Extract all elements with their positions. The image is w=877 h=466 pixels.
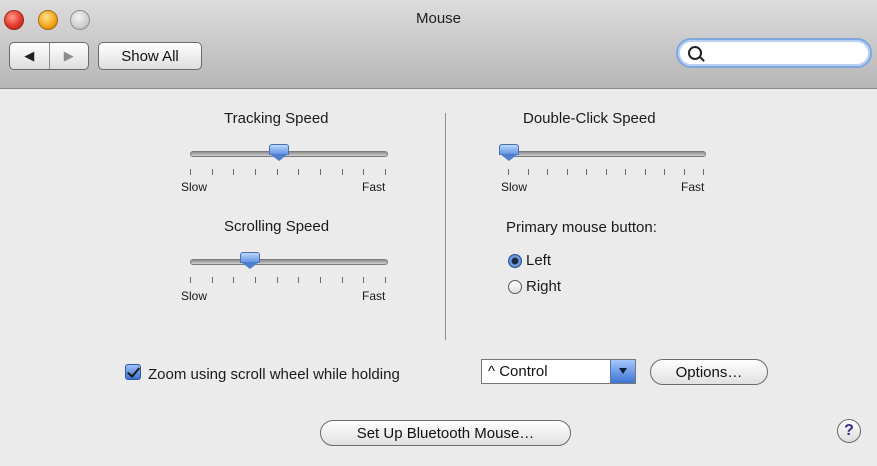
show-all-button[interactable]: Show All xyxy=(98,42,202,70)
scrolling-speed-track[interactable] xyxy=(190,259,388,265)
mouse-preferences-window: Mouse ◀ ▶ Show All Tracking Speed Slow F… xyxy=(0,0,877,466)
double-click-speed-min-label: Slow xyxy=(501,180,528,194)
slider-tick xyxy=(567,169,568,175)
zoom-modifier-popup[interactable]: ^ Control xyxy=(481,359,636,384)
back-icon: ◀ xyxy=(24,48,35,63)
window-title: Mouse xyxy=(415,10,462,27)
forward-button[interactable]: ▶ xyxy=(50,43,89,69)
scrolling-speed-slider-thumb[interactable] xyxy=(240,252,260,269)
set-up-bluetooth-mouse-button[interactable]: Set Up Bluetooth Mouse… xyxy=(320,420,571,446)
tracking-speed-label: Tracking Speed xyxy=(224,110,329,127)
slider-tick xyxy=(255,169,256,175)
slider-tick xyxy=(684,169,685,175)
chevron-down-icon[interactable] xyxy=(610,360,635,383)
slider-tick xyxy=(298,277,299,283)
slider-tick xyxy=(320,277,321,283)
slider-tick xyxy=(320,169,321,175)
zoom-checkbox-label[interactable]: Zoom using scroll wheel while holding xyxy=(148,366,400,383)
double-click-speed-label: Double-Click Speed xyxy=(523,110,656,127)
radio-right[interactable] xyxy=(508,280,522,294)
navigation-segmented-control: ◀ ▶ xyxy=(9,42,89,70)
primary-mouse-button-label: Primary mouse button: xyxy=(506,219,657,236)
slider-tick xyxy=(385,169,386,175)
radio-left[interactable] xyxy=(508,254,522,268)
scrolling-speed-min-label: Slow xyxy=(181,289,208,303)
section-divider xyxy=(445,113,446,340)
slider-tick xyxy=(190,277,191,283)
double-click-speed-track[interactable] xyxy=(508,151,706,157)
titlebar: Mouse ◀ ▶ Show All xyxy=(0,0,877,89)
radio-left-label[interactable]: Left xyxy=(526,252,551,269)
tracking-speed-track[interactable] xyxy=(190,151,388,157)
search-input[interactable] xyxy=(676,38,872,68)
slider-tick xyxy=(342,169,343,175)
slider-tick xyxy=(298,169,299,175)
zoom-modifier-value: ^ Control xyxy=(488,363,548,380)
tracking-speed-max-label: Fast xyxy=(362,180,386,194)
slider-tick xyxy=(547,169,548,175)
help-icon[interactable]: ? xyxy=(837,419,861,443)
slider-tick xyxy=(528,169,529,175)
search-icon xyxy=(688,46,702,60)
slider-tick xyxy=(385,277,386,283)
slider-tick xyxy=(212,169,213,175)
slider-tick xyxy=(625,169,626,175)
back-button[interactable]: ◀ xyxy=(10,43,50,69)
tracking-speed-slider-thumb[interactable] xyxy=(269,144,289,161)
slider-tick xyxy=(255,277,256,283)
slider-tick xyxy=(508,169,509,175)
slider-tick xyxy=(212,277,213,283)
slider-tick xyxy=(233,169,234,175)
radio-right-label[interactable]: Right xyxy=(526,278,561,295)
scrolling-speed-max-label: Fast xyxy=(362,289,386,303)
slider-tick xyxy=(703,169,704,175)
slider-thumb-point xyxy=(241,262,259,269)
scrolling-speed-ticks xyxy=(190,277,386,284)
slider-tick xyxy=(277,277,278,283)
slider-tick xyxy=(664,169,665,175)
slider-tick xyxy=(586,169,587,175)
slider-tick xyxy=(277,169,278,175)
slider-tick xyxy=(363,277,364,283)
slider-tick xyxy=(606,169,607,175)
slider-tick xyxy=(363,169,364,175)
tracking-speed-ticks xyxy=(190,169,386,176)
double-click-speed-ticks xyxy=(508,169,704,176)
slider-thumb-point xyxy=(270,154,288,161)
double-click-speed-slider-thumb[interactable] xyxy=(499,144,519,161)
forward-icon: ▶ xyxy=(63,48,74,63)
zoom-checkbox[interactable] xyxy=(125,364,141,380)
options-button[interactable]: Options… xyxy=(650,359,768,385)
slider-tick xyxy=(342,277,343,283)
slider-tick xyxy=(233,277,234,283)
slider-thumb-point xyxy=(500,154,518,161)
scrolling-speed-label: Scrolling Speed xyxy=(224,218,330,235)
tracking-speed-min-label: Slow xyxy=(181,180,208,194)
double-click-speed-max-label: Fast xyxy=(681,180,705,194)
slider-tick xyxy=(190,169,191,175)
slider-tick xyxy=(645,169,646,175)
